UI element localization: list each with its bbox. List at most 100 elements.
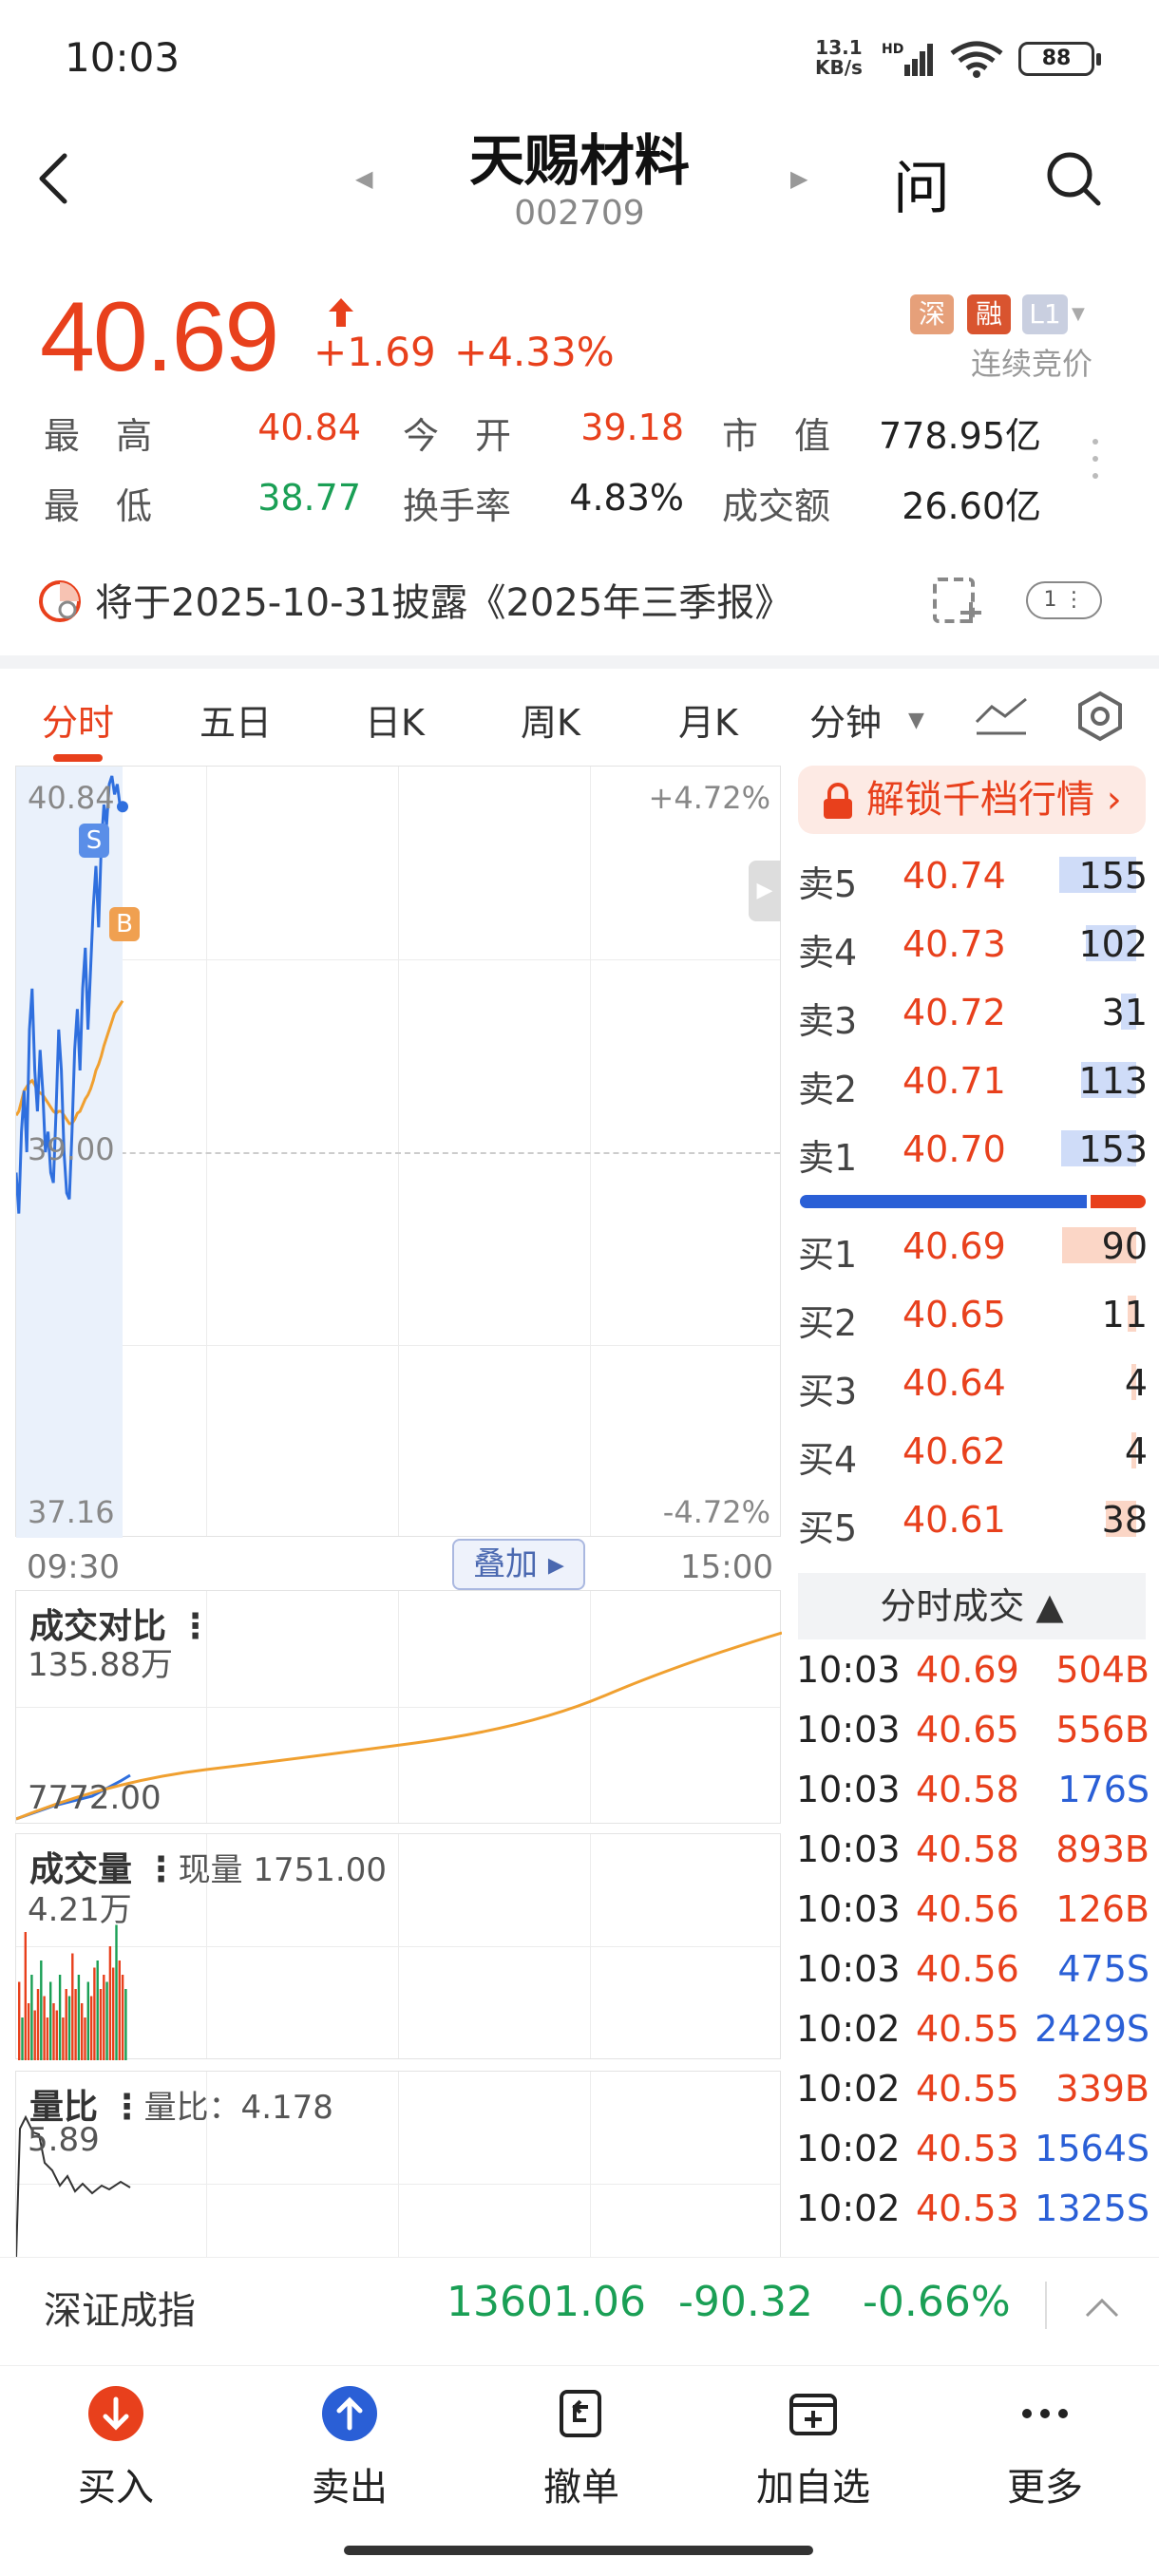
tick-time: 10:03 bbox=[796, 1888, 901, 1930]
add-reminder-icon[interactable] bbox=[931, 574, 984, 631]
divider bbox=[1045, 2282, 1047, 2329]
ask-volume: 102 bbox=[1078, 923, 1148, 965]
more-stats-icon[interactable] bbox=[1092, 439, 1100, 490]
y-axis-top-label: 40.84 bbox=[28, 780, 115, 816]
more-button[interactable]: 更多 bbox=[969, 2386, 1121, 2511]
collapse-orderbook-handle[interactable]: ▶ bbox=[749, 861, 781, 921]
section-divider bbox=[0, 655, 1159, 669]
tick-price: 40.53 bbox=[916, 2128, 1019, 2169]
ask-price: 40.70 bbox=[902, 1128, 1006, 1170]
battery-icon: 88 bbox=[1018, 42, 1101, 76]
tab-monthly-k[interactable]: 月K bbox=[678, 693, 738, 746]
home-indicator[interactable] bbox=[344, 2546, 813, 2555]
tick-volume: 1325S bbox=[1035, 2188, 1150, 2229]
bid-label: 买3 bbox=[798, 1371, 858, 1412]
bid-label: 买1 bbox=[798, 1234, 858, 1276]
intraday-chart[interactable]: 40.84 39.00 37.16 +4.72% -4.72% S B bbox=[15, 766, 781, 1538]
volume-bar bbox=[36, 1989, 40, 2060]
y-axis-mid-label: 39.00 bbox=[28, 1131, 115, 1167]
tick-price: 40.56 bbox=[916, 1888, 1019, 1930]
volume-bar bbox=[84, 2017, 86, 2060]
bid-volume: 4 bbox=[1124, 1362, 1148, 1404]
tick-time: 10:03 bbox=[796, 1828, 901, 1870]
volume-ratio-chart[interactable]: 量比 ⋮量比：4.178 5.89 bbox=[15, 2071, 781, 2258]
tab-weekly-k[interactable]: 周K bbox=[521, 693, 580, 746]
current-price: 40.69 bbox=[40, 282, 279, 392]
settings-icon[interactable] bbox=[1074, 690, 1127, 747]
bid-label: 买4 bbox=[798, 1439, 858, 1481]
tick-volume: 504B bbox=[1055, 1649, 1150, 1691]
volume-bar bbox=[124, 1989, 127, 2060]
volume-bar bbox=[89, 1996, 93, 2060]
tab-five-day[interactable]: 五日 bbox=[200, 693, 272, 746]
overlay-button[interactable]: 叠加 ▸ bbox=[452, 1539, 585, 1590]
volume-bar bbox=[96, 1960, 99, 2060]
tab-minute[interactable]: 分钟 bbox=[809, 693, 882, 746]
stat-label-high: 最 高 bbox=[44, 415, 153, 457]
ask-button[interactable]: 问 bbox=[893, 142, 950, 225]
compare-chart[interactable]: 成交对比 ⋮ 135.88万 7772.00 bbox=[15, 1590, 782, 1824]
cancel-order-button[interactable]: 撤单 bbox=[505, 2386, 657, 2511]
time-axis-end: 15:00 bbox=[680, 1548, 773, 1586]
volume-ratio-max: 5.89 bbox=[28, 2121, 100, 2159]
volume-bar bbox=[86, 1981, 89, 2060]
up-arrow-icon bbox=[327, 296, 355, 332]
volume-bar bbox=[93, 1967, 96, 2060]
cancel-order-icon bbox=[554, 2386, 609, 2441]
y-axis-bottom-label: 37.16 bbox=[28, 1494, 115, 1530]
ask-price: 40.73 bbox=[902, 923, 1006, 965]
report-notice[interactable]: 将于2025-10-31披露《2025年三季报》 bbox=[95, 572, 792, 627]
tick-price: 40.58 bbox=[916, 1828, 1019, 1870]
level-badge[interactable]: L1 bbox=[1022, 294, 1068, 334]
stat-label-open: 今 开 bbox=[403, 415, 512, 457]
tick-price: 40.55 bbox=[916, 2008, 1019, 2050]
stat-value-turnover: 4.83% bbox=[569, 477, 684, 519]
tick-price: 40.65 bbox=[916, 1709, 1019, 1751]
buy-button[interactable]: 买入 bbox=[40, 2386, 192, 2511]
sell-button[interactable]: 卖出 bbox=[274, 2386, 426, 2511]
stock-code: 002709 bbox=[514, 194, 645, 233]
price-change-pct: +4.33% bbox=[454, 329, 615, 375]
next-stock-icon[interactable]: ▶ bbox=[790, 165, 808, 192]
lock-icon bbox=[821, 783, 855, 824]
bid-price: 40.65 bbox=[902, 1294, 1006, 1335]
volume-bar bbox=[30, 1975, 33, 2060]
volume-bar bbox=[33, 2010, 36, 2060]
tick-time: 10:03 bbox=[796, 1769, 901, 1810]
ticks-header[interactable]: 分时成交 ▲ bbox=[798, 1573, 1146, 1639]
tick-volume: 2429S bbox=[1035, 2008, 1150, 2050]
tick-price: 40.53 bbox=[916, 2188, 1019, 2229]
tick-volume: 556B bbox=[1055, 1709, 1150, 1751]
add-watchlist-button[interactable]: 加自选 bbox=[737, 2386, 889, 2511]
tab-intraday[interactable]: 分时 bbox=[42, 693, 114, 746]
volume-current: 现量 1751.00 bbox=[178, 1851, 387, 1889]
margin-badge: 融 bbox=[967, 294, 1011, 334]
chevron-up-icon[interactable] bbox=[1083, 2297, 1121, 2323]
bid-volume: 4 bbox=[1124, 1430, 1148, 1472]
bid-volume: 38 bbox=[1101, 1499, 1148, 1541]
pct-axis-bottom-label: -4.72% bbox=[662, 1494, 770, 1530]
tick-time: 10:02 bbox=[796, 2128, 901, 2169]
notice-toggle[interactable]: 1 ⋮ bbox=[1026, 581, 1102, 619]
volume-bar bbox=[103, 1975, 105, 2060]
time-axis-start: 09:30 bbox=[27, 1548, 120, 1586]
tick-volume: 893B bbox=[1055, 1828, 1150, 1870]
volume-chart[interactable]: 成交量 ⋮现量 1751.00 4.21万 bbox=[15, 1833, 781, 2060]
indicator-line-icon[interactable] bbox=[973, 691, 1030, 743]
volume-bar bbox=[108, 1946, 112, 2060]
chevron-down-icon[interactable]: ▼ bbox=[1072, 304, 1085, 324]
stat-label-amount: 成交额 bbox=[722, 485, 831, 527]
ask-volume: 155 bbox=[1078, 855, 1148, 897]
price-change: +1.69 bbox=[314, 329, 436, 375]
stat-label-mktcap: 市 值 bbox=[722, 415, 831, 457]
volume-bar bbox=[74, 1989, 77, 2060]
add-watchlist-icon bbox=[786, 2386, 841, 2441]
sell-marker[interactable]: S bbox=[79, 824, 109, 858]
search-icon[interactable] bbox=[1043, 148, 1104, 213]
bid-price: 40.64 bbox=[902, 1362, 1006, 1404]
buy-marker[interactable]: B bbox=[109, 907, 140, 941]
chevron-down-icon[interactable]: ▼ bbox=[908, 709, 924, 732]
tick-time: 10:02 bbox=[796, 2008, 901, 2050]
tick-price: 40.69 bbox=[916, 1649, 1019, 1691]
tab-daily-k[interactable]: 日K bbox=[365, 693, 425, 746]
